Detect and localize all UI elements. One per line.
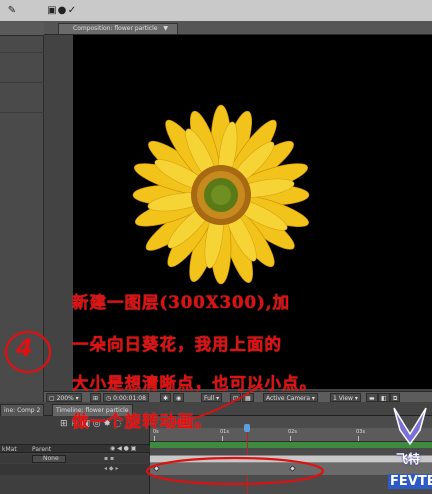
- annotation-overlay: [4, 330, 325, 486]
- annotation-line-2: 一朵向日葵花，我用上面的: [72, 335, 282, 354]
- annotation-step-number: 4: [16, 334, 33, 362]
- fevte-watermark: 飞特 FEVTE: [388, 404, 432, 494]
- fevte-logo-icon: [393, 407, 427, 446]
- annotation-line-3: 大小是想清晰点，也可以小点。: [72, 374, 317, 393]
- annotation-line-4: 做一个旋转动画。: [72, 412, 212, 431]
- watermark-text-1: 飞特: [396, 452, 421, 466]
- watermark-text-2: FEVTE: [388, 474, 432, 489]
- annotation-line-1: 新建一图层(300X300),加: [72, 293, 291, 312]
- annotation-keyframe-ellipse: [145, 456, 325, 486]
